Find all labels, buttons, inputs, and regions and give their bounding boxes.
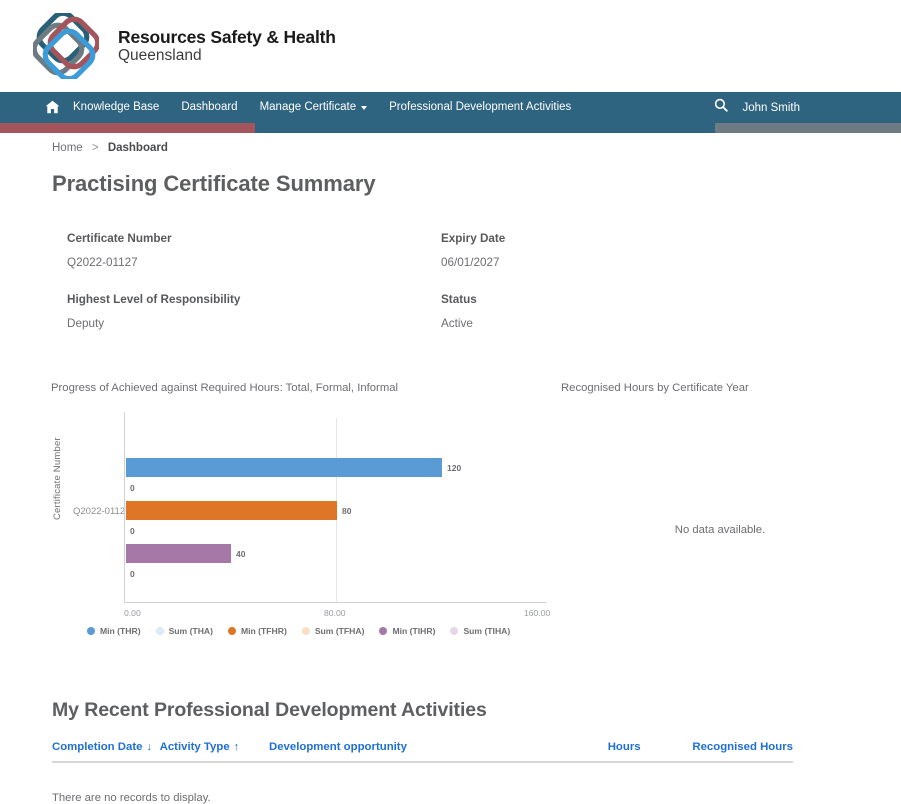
chart-category-label: Q2022-01127 (73, 506, 131, 517)
legend-label: Sum (TIHA) (463, 626, 511, 636)
legend-swatch-icon (301, 627, 310, 635)
legend-swatch-icon (379, 627, 388, 635)
column-header-development-opportunity[interactable]: Development opportunity (269, 741, 608, 753)
chart-tick-0 (124, 412, 125, 418)
progress-chart-panel: Progress of Achieved against Required Ho… (0, 382, 555, 647)
nav-user-area: John Smith (714, 98, 901, 117)
page-title: Practising Certificate Summary (52, 171, 376, 196)
detail-label-expiry-date: Expiry Date (441, 232, 506, 245)
nav-item-manage-certificate[interactable]: Manage Certificate (249, 92, 379, 123)
legend-label: Min (TFHR) (240, 626, 287, 636)
legend-swatch-icon (155, 627, 164, 635)
chart-bar-label-min-tihr: 40 (236, 549, 246, 559)
site-masthead: Resources Safety & Health Queensland (0, 0, 901, 92)
chart-xtick-160: 160.00 (524, 608, 551, 618)
brand-line-1: Resources Safety & Health (118, 27, 336, 48)
breadcrumb-separator: > (91, 142, 99, 154)
legend-swatch-icon (227, 627, 236, 635)
chart-bar-min-tihr[interactable] (126, 544, 231, 563)
sort-ascending-icon: ↑ (233, 741, 240, 753)
nav-item-label: Professional Development Activities (389, 101, 572, 113)
chevron-down-icon (361, 105, 368, 110)
column-header-completion-date[interactable]: Completion Date ↓ (52, 741, 160, 753)
progress-chart-caption: Progress of Achieved against Required Ho… (51, 382, 399, 394)
column-header-hours[interactable]: Hours (608, 741, 693, 753)
progress-bar-chart: Certificate Number Q2022-01127 120 0 80 … (51, 412, 551, 647)
breadcrumb-home[interactable]: Home (52, 142, 83, 154)
detail-value-expiry-date: 06/01/2027 (441, 256, 500, 269)
nav-links: Knowledge Base Dashboard Manage Certific… (0, 92, 582, 123)
legend-item-sum-tiha[interactable]: Sum (TIHA) (450, 626, 510, 636)
recognised-hours-caption: Recognised Hours by Certificate Year (561, 382, 749, 394)
primary-navbar: Knowledge Base Dashboard Manage Certific… (0, 92, 901, 123)
chart-bar-label-min-thr: 120 (447, 463, 462, 473)
legend-label: Sum (THA) (168, 626, 213, 636)
chart-bar-label-sum-tfha: 0 (130, 526, 135, 536)
recent-activities-section: My Recent Professional Development Activ… (0, 699, 901, 804)
home-icon[interactable] (45, 100, 60, 119)
chart-bar-min-thr[interactable] (126, 458, 442, 477)
nav-item-knowledge-base[interactable]: Knowledge Base (62, 92, 170, 123)
chart-xtick-80: 80.00 (324, 608, 346, 618)
legend-item-min-tihr[interactable]: Min (TIHR) (379, 626, 435, 636)
nav-item-label: Knowledge Base (73, 101, 160, 113)
column-header-recognised-hours[interactable]: Recognised Hours (692, 741, 793, 753)
legend-item-sum-tha[interactable]: Sum (THA) (155, 626, 213, 636)
chart-xtick-0: 0.00 (124, 608, 141, 618)
detail-label-status: Status (441, 293, 477, 306)
sort-descending-icon: ↓ (146, 741, 153, 753)
chart-bar-label-min-tfhr: 80 (342, 506, 352, 516)
detail-value-status: Active (441, 317, 473, 330)
column-header-label: Completion Date (52, 741, 143, 753)
legend-label: Min (THR) (100, 626, 141, 636)
brand-wordmark: Resources Safety & Health Queensland (118, 28, 336, 64)
chart-bar-label-sum-tiha: 0 (130, 569, 135, 579)
detail-value-certificate-number: Q2022-01127 (67, 256, 138, 269)
column-header-label: Hours (607, 741, 641, 753)
detail-label-certificate-number: Certificate Number (67, 232, 172, 245)
page-content: Home > Dashboard Practising Certificate … (0, 133, 901, 804)
legend-swatch-icon (450, 627, 459, 635)
legend-item-min-tfhr[interactable]: Min (TFHR) (227, 626, 287, 636)
chart-legend: Min (THR) Sum (THA) Min (TFHR) Sum (TFHA… (87, 626, 525, 636)
chart-bar-label-sum-tha: 0 (130, 483, 135, 493)
detail-label-highest-level-of-responsibility: Highest Level of Responsibility (67, 293, 241, 306)
column-header-label: Activity Type (159, 741, 230, 753)
chart-x-axis-ticks: 0.00 80.00 160.00 (124, 608, 550, 622)
nav-item-label: Manage Certificate (259, 101, 357, 113)
detail-value-highest-level-of-responsibility: Deputy (67, 317, 105, 330)
column-header-label: Development opportunity (268, 741, 407, 753)
accent-stripe (0, 123, 901, 133)
legend-item-sum-tfha[interactable]: Sum (TFHA) (301, 626, 365, 636)
user-menu[interactable]: John Smith (742, 102, 806, 114)
chart-plot-area: 120 0 80 0 40 0 (124, 412, 546, 603)
stripe-segment-red (0, 123, 255, 133)
charts-row: Progress of Achieved against Required Ho… (0, 382, 901, 647)
user-menu-label: John Smith (742, 101, 800, 114)
recent-activities-title: My Recent Professional Development Activ… (52, 699, 487, 721)
certificate-details: Certificate Number Expiry Date Q2022-011… (0, 232, 901, 354)
column-header-activity-type[interactable]: Activity Type ↑ (160, 741, 269, 753)
breadcrumb: Home > Dashboard (0, 133, 901, 154)
nav-item-professional-development-activities[interactable]: Professional Development Activities (378, 92, 582, 123)
column-header-label: Recognised Hours (692, 741, 793, 753)
nav-item-dashboard[interactable]: Dashboard (170, 92, 248, 123)
chart-y-axis-title: Certificate Number (52, 437, 63, 520)
activities-empty-message: There are no records to display. (52, 792, 211, 804)
legend-label: Sum (TFHA) (314, 626, 365, 636)
brand-line-2: Queensland (118, 46, 202, 64)
nav-item-label: Dashboard (181, 101, 238, 113)
stripe-segment-grey (715, 123, 901, 133)
legend-swatch-icon (87, 627, 95, 635)
recognised-hours-panel: Recognised Hours by Certificate Year No … (555, 382, 901, 647)
breadcrumb-current: Dashboard (107, 142, 168, 154)
chart-bar-min-tfhr[interactable] (126, 501, 337, 520)
search-icon[interactable] (714, 98, 729, 117)
legend-item-min-thr[interactable]: Min (THR) (87, 626, 141, 636)
rshq-logo-icon (33, 13, 99, 79)
stripe-segment-teal (255, 123, 715, 133)
recognised-hours-empty-message: No data available. (674, 524, 766, 536)
legend-label: Min (TIHR) (392, 626, 436, 636)
activities-table-header: Completion Date ↓ Activity Type ↑ Develo… (52, 741, 793, 763)
